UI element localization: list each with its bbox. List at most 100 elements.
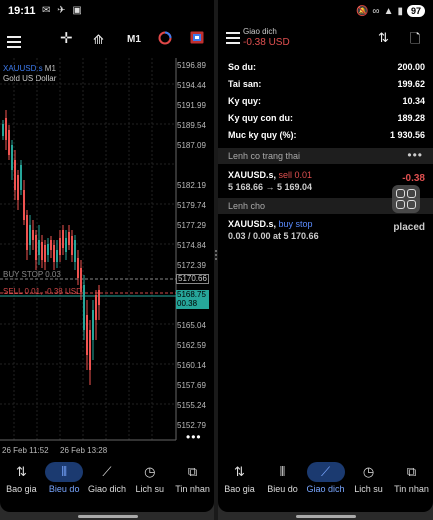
nav-quotes[interactable]: ⇅ Bao gia	[0, 458, 43, 504]
price-axis-label: 5157.69	[177, 381, 206, 390]
candle-body	[77, 258, 79, 278]
candle-body	[98, 290, 100, 305]
price-axis-label: 5155.24	[177, 401, 206, 410]
nav-trade[interactable]: ⟋ Giao dich	[304, 458, 347, 504]
candle-body	[11, 145, 13, 170]
nav-label: Bao gia	[224, 484, 255, 494]
row-label: So du:	[228, 62, 256, 72]
position-pl: -0.38	[402, 173, 425, 184]
account-summary: So du: 200.00 Tai san: 199.62 Ky quy: 10.34…	[228, 62, 425, 147]
bid-price-tag: 00.38	[176, 299, 209, 309]
price-axis-label: 5172.39	[177, 261, 206, 270]
order-row[interactable]: XAUUSD.s, buy stop 0.03 / 0.00 at 5 170.…	[228, 219, 425, 241]
candle-body	[35, 235, 37, 260]
row-value: 10.34	[402, 96, 425, 106]
price-axis-label: 5174.84	[177, 241, 206, 250]
price-axis-label: 5196.89	[177, 61, 206, 70]
buy-stop-price-tag: 5170.66	[176, 274, 209, 284]
more-icon[interactable]: •••	[186, 430, 202, 444]
nav-label: Bao gia	[6, 484, 37, 494]
position-symbol: XAUUSD.s,	[228, 170, 277, 180]
candle-body	[26, 215, 28, 250]
history-icon: ◷	[144, 464, 156, 479]
nav-label: Giao dich	[87, 484, 126, 494]
free-margin-row: Ky quy con du: 189.28	[228, 113, 425, 130]
row-value: 1 930.56	[389, 130, 425, 140]
sell-label: SELL 0.01, -0.38 USD	[3, 287, 82, 296]
history-icon: ◷	[362, 464, 375, 479]
order-status: placed	[393, 222, 425, 233]
nav-trade[interactable]: ⟋ Giao dich	[86, 458, 129, 504]
nav-history[interactable]: ◷ Lich su	[347, 458, 390, 504]
candle-body	[17, 175, 19, 200]
messages-icon: ⧉	[187, 464, 198, 479]
candle-body	[23, 190, 25, 220]
price-axis-label: 5177.29	[177, 221, 206, 230]
candle-body	[38, 240, 40, 255]
new-order-icon[interactable]: 🗋	[410, 30, 420, 52]
more-icon[interactable]: •••	[407, 148, 423, 162]
candle-body	[92, 310, 94, 340]
sort-icon[interactable]: ⇅	[378, 30, 389, 46]
price-chart[interactable]	[0, 0, 214, 512]
candle-body	[68, 232, 70, 245]
time-label-2: 26 Feb 13:28	[60, 446, 108, 455]
nav-label: Lich su	[135, 484, 165, 494]
chart-pane: 19:11 ✉ ✈ ▣ ✛ ⟰ M1 XAUUSD.s M1 Gold US D…	[0, 0, 214, 512]
position-title: XAUUSD.s, sell 0.01	[228, 170, 425, 180]
floating-apps-button[interactable]	[392, 185, 420, 213]
order-side: buy stop	[278, 219, 313, 229]
chart-icon: ⫴	[279, 464, 286, 479]
row-value: 189.28	[397, 113, 425, 123]
candle-body	[32, 230, 34, 240]
quotes-icon: ⇅	[15, 464, 27, 479]
trade-nav-icon: ⟋	[102, 464, 112, 479]
price-axis-label: 5194.44	[177, 81, 206, 90]
candle-body	[83, 285, 85, 330]
time-label-1: 26 Feb 11:52	[2, 446, 49, 455]
candle-body	[2, 124, 4, 136]
section-title: Lenh cho	[228, 201, 266, 211]
home-indicator	[296, 515, 356, 518]
nav-messages[interactable]: ⧉ Tin nhan	[390, 458, 433, 504]
buy-stop-label: BUY STOP 0.03	[3, 270, 61, 279]
trade-pane: 🔕 ∞ ▲ ▮ 97 Giao dich -0.38 USD ⇅ 🗋 So du: 20…	[218, 0, 433, 512]
home-indicator	[78, 515, 138, 518]
position-side: sell 0.01	[278, 170, 313, 180]
candle-body	[71, 236, 73, 255]
messages-icon: ⧉	[406, 464, 417, 479]
system-icons: 🔕 ∞ ▲ ▮ 97	[356, 5, 425, 17]
chart-icon: ⫴	[45, 462, 84, 482]
nav-label: Bieu do	[48, 484, 80, 494]
nav-chart[interactable]: ⫴ Bieu do	[261, 458, 304, 504]
nav-label: Lich su	[354, 484, 383, 494]
equity-row: Tai san: 199.62	[228, 79, 425, 96]
menu-icon[interactable]	[226, 32, 240, 47]
nav-messages[interactable]: ⧉ Tin nhan	[171, 458, 214, 504]
row-value: 200.00	[397, 62, 425, 72]
candle-body	[14, 160, 16, 190]
price-axis-label: 5179.74	[177, 201, 206, 210]
nav-label: Tin nhan	[175, 484, 210, 494]
nav-chart[interactable]: ⫴ Bieu do	[43, 458, 86, 504]
row-label: Tai san:	[228, 79, 262, 89]
price-axis-label: 5187.09	[177, 141, 206, 150]
margin-row: Ky quy: 10.34	[228, 96, 425, 113]
candle-body	[44, 245, 46, 262]
candles	[2, 110, 100, 385]
row-label: Ky quy con du:	[228, 113, 293, 123]
candle-body	[50, 240, 52, 250]
candle-body	[47, 244, 49, 255]
candle-body	[5, 118, 7, 140]
positions-section: Lenh co trang thai •••	[218, 148, 433, 164]
nav-label: Bieu do	[267, 484, 298, 494]
price-axis-label: 5162.59	[177, 341, 206, 350]
candle-body	[53, 245, 55, 262]
price-axis-label: 5160.14	[177, 361, 206, 370]
order-symbol: XAUUSD.s,	[228, 219, 277, 229]
section-title: Lenh co trang thai	[228, 151, 301, 161]
nav-history[interactable]: ◷ Lich su	[128, 458, 171, 504]
price-axis-label: 5191.99	[177, 101, 206, 110]
candle-body	[65, 238, 67, 252]
nav-quotes[interactable]: ⇅ Bao gia	[218, 458, 261, 504]
